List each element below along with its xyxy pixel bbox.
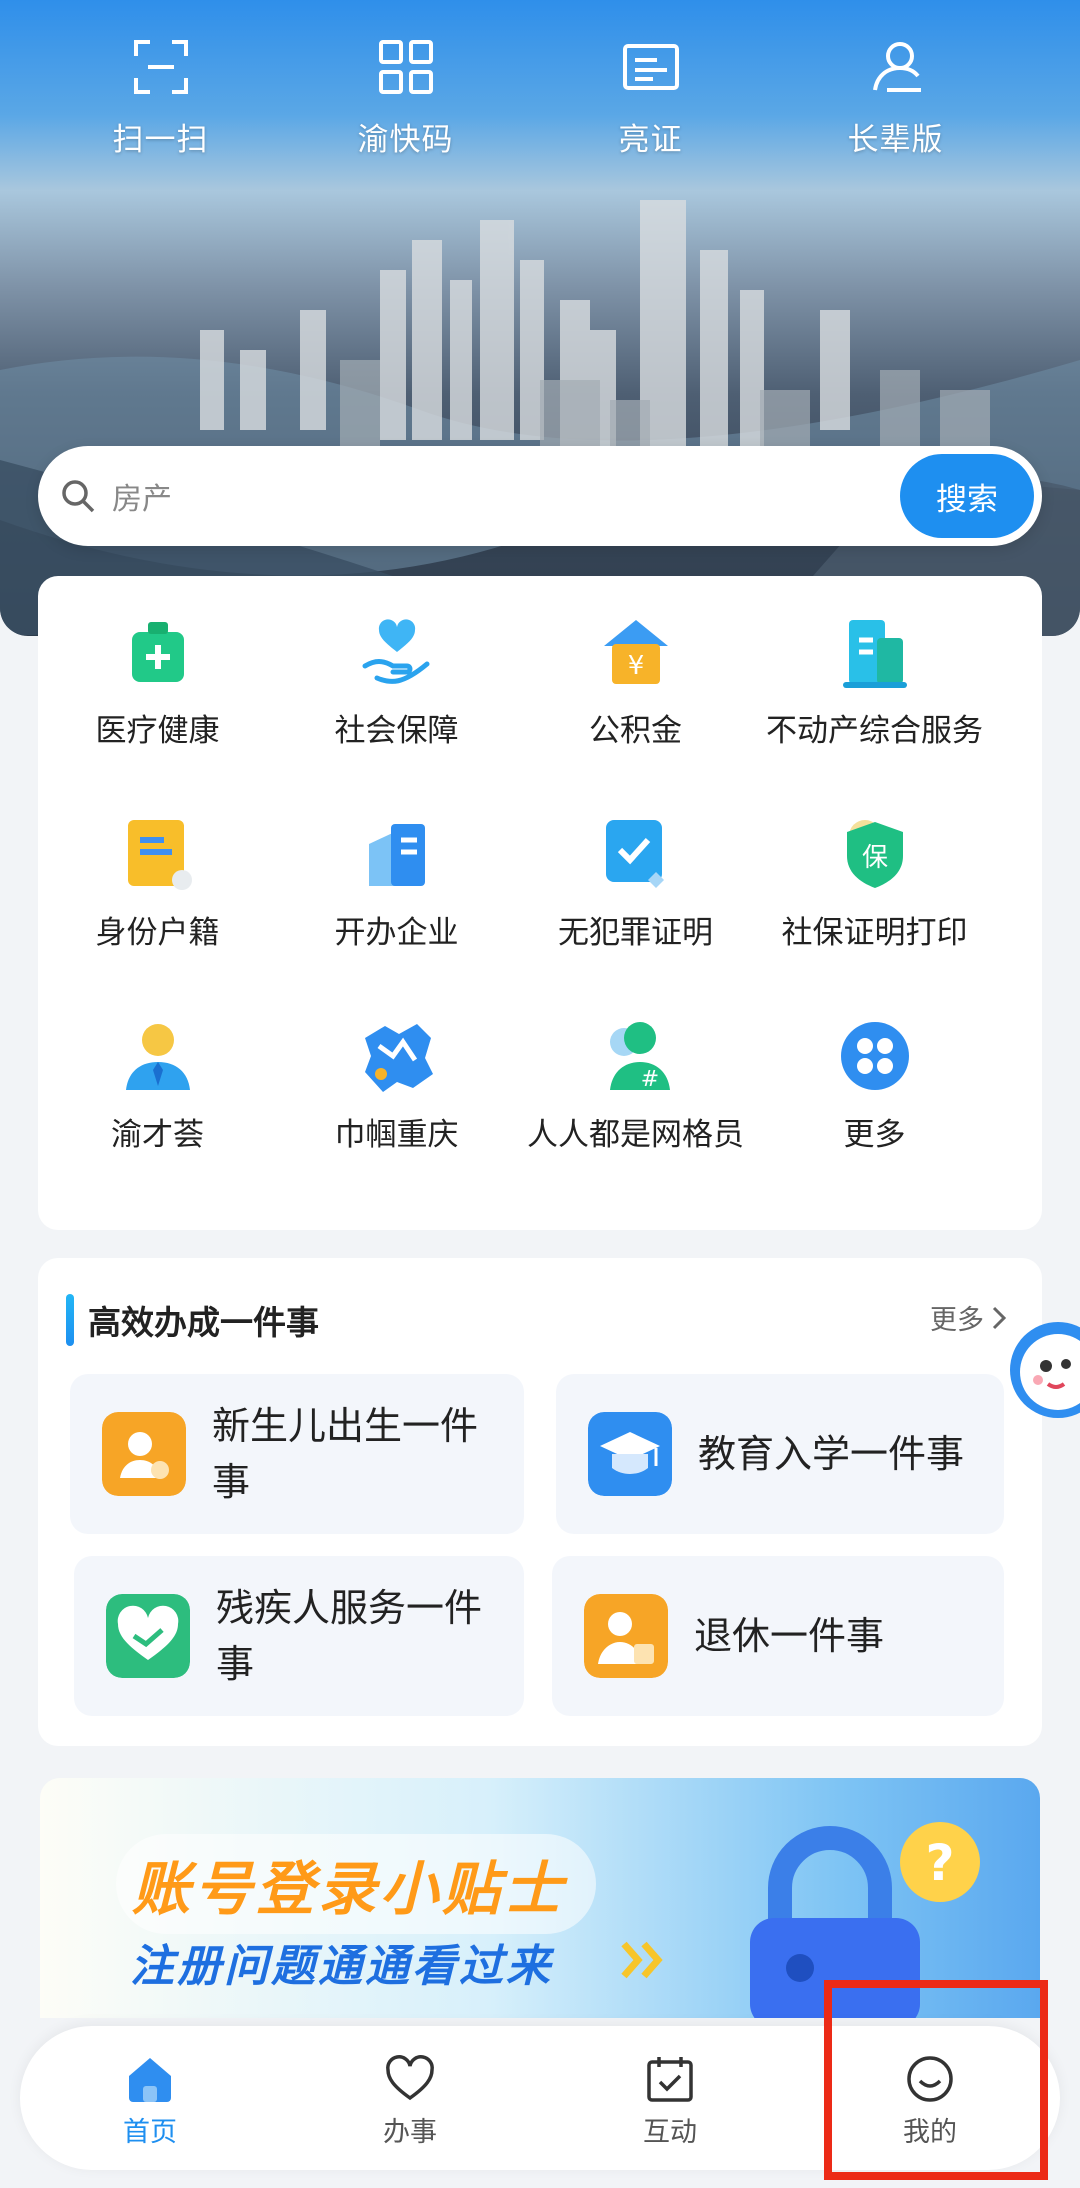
home-icon bbox=[129, 2058, 171, 2102]
service-label: 公积金 bbox=[589, 713, 682, 749]
talent-person-icon bbox=[125, 1024, 190, 1090]
banner-title: 账号登录小贴士 bbox=[132, 1855, 567, 1923]
qr-code-button[interactable]: 渝快码 bbox=[283, 36, 528, 159]
service-social-security[interactable]: 社会保障 bbox=[277, 612, 516, 814]
assistant-mascot-icon[interactable] bbox=[1008, 1306, 1080, 1442]
service-women-chongqing[interactable]: 巾帼重庆 bbox=[277, 1016, 516, 1218]
id-card-button[interactable]: 亮证 bbox=[528, 36, 773, 159]
identity-doc-icon bbox=[127, 820, 192, 890]
id-card-icon bbox=[622, 44, 679, 90]
more-apps-icon bbox=[840, 1022, 909, 1090]
nav-mine[interactable]: 我的 bbox=[800, 2026, 1060, 2170]
nav-home[interactable]: 首页 bbox=[20, 2026, 280, 2170]
search-button[interactable]: 搜索 bbox=[900, 454, 1034, 538]
nav-services[interactable]: 办事 bbox=[280, 2026, 540, 2170]
service-label: 医疗健康 bbox=[95, 713, 220, 749]
service-insurance-print[interactable]: 保 社保证明打印 bbox=[755, 814, 994, 1016]
retiree-icon bbox=[584, 1594, 668, 1678]
tile-label: 退休一件事 bbox=[694, 1614, 885, 1658]
service-label: 人人都是网格员 bbox=[527, 1117, 744, 1153]
login-tips-banner[interactable]: 账号登录小贴士 注册问题通通看过来 ? bbox=[40, 1778, 1040, 2018]
care-heart-icon bbox=[106, 1594, 190, 1678]
service-real-estate[interactable]: 不动产综合服务 bbox=[755, 612, 994, 814]
insurance-badge-icon: 保 bbox=[846, 820, 903, 888]
housing-fund-icon: ¥ bbox=[603, 620, 668, 684]
search-input[interactable]: 房产 bbox=[112, 474, 900, 518]
service-no-crime-cert[interactable]: 无犯罪证明 bbox=[516, 814, 755, 1016]
search-bar[interactable]: 房产 搜索 bbox=[38, 446, 1042, 546]
nav-interaction[interactable]: 互动 bbox=[540, 2026, 800, 2170]
more-link[interactable]: 更多 bbox=[930, 1298, 1008, 1337]
tile-retirement[interactable]: 退休一件事 bbox=[552, 1556, 1004, 1716]
svg-text:¥: ¥ bbox=[627, 651, 644, 681]
service-label: 身份户籍 bbox=[95, 915, 220, 951]
service-grid-member[interactable]: # 人人都是网格员 bbox=[516, 1016, 755, 1218]
elder-mode-label: 长辈版 bbox=[847, 122, 944, 158]
calendar-check-icon bbox=[647, 2057, 693, 2102]
grid-member-icon: # bbox=[609, 1022, 670, 1092]
company-icon bbox=[368, 824, 425, 886]
svg-text:?: ? bbox=[925, 1834, 954, 1892]
heart-hand-icon bbox=[362, 619, 429, 684]
qr-code-icon bbox=[378, 40, 433, 94]
elder-mode-icon bbox=[872, 42, 921, 92]
more-label: 更多 bbox=[930, 1305, 984, 1336]
service-label: 社会保障 bbox=[334, 713, 459, 749]
tile-label: 教育入学一件事 bbox=[698, 1432, 965, 1476]
svg-text:#: # bbox=[640, 1067, 658, 1092]
service-label: 不动产综合服务 bbox=[766, 713, 983, 749]
nav-label: 我的 bbox=[903, 2117, 957, 2148]
search-icon bbox=[62, 480, 95, 513]
service-label: 社保证明打印 bbox=[781, 915, 968, 951]
scan-icon bbox=[133, 40, 188, 94]
qr-code-label: 渝快码 bbox=[357, 122, 454, 158]
scan-label: 扫一扫 bbox=[112, 122, 209, 158]
chevron-right-icon bbox=[992, 1306, 1007, 1329]
service-label: 无犯罪证明 bbox=[558, 915, 713, 951]
bottom-nav: 首页 办事 互动 我的 bbox=[20, 2026, 1060, 2170]
heart-outline-icon bbox=[386, 2055, 434, 2101]
banner-subtitle: 注册问题通通看过来 bbox=[130, 1941, 553, 1992]
smile-face-icon bbox=[907, 2056, 953, 2102]
service-label: 渝才荟 bbox=[111, 1117, 204, 1153]
service-label: 巾帼重庆 bbox=[334, 1117, 459, 1153]
newborn-icon bbox=[102, 1412, 186, 1496]
nav-label: 互动 bbox=[643, 2117, 697, 2148]
tile-label: 新生儿出生一件事 bbox=[212, 1404, 479, 1504]
section-header: 高效办成一件事 bbox=[66, 1294, 319, 1346]
certificate-check-icon bbox=[605, 820, 664, 888]
section-accent-bar bbox=[66, 1294, 74, 1346]
svg-text:保: 保 bbox=[861, 843, 887, 873]
building-icon bbox=[842, 620, 907, 688]
service-more[interactable]: 更多 bbox=[755, 1016, 994, 1218]
scan-button[interactable]: 扫一扫 bbox=[38, 36, 283, 159]
chongqing-map-icon bbox=[364, 1024, 433, 1092]
service-medical[interactable]: 医疗健康 bbox=[38, 612, 277, 814]
city-skyline-image bbox=[0, 200, 1080, 636]
one-thing-section: 高效办成一件事 更多 新生儿出生一件事 教育入学一件事 残疾人服务一件事 退休一… bbox=[38, 1258, 1042, 1746]
tile-label: 残疾人服务一件事 bbox=[216, 1586, 483, 1686]
elder-mode-button[interactable]: 长辈版 bbox=[773, 36, 1018, 159]
service-talent[interactable]: 渝才荟 bbox=[38, 1016, 277, 1218]
section-title: 高效办成一件事 bbox=[88, 1303, 319, 1342]
services-card: 医疗健康 社会保障 ¥ 公积金 不动产综合服务 身份户籍 开办企业 无犯罪证明 … bbox=[38, 576, 1042, 1230]
double-chevron-icon bbox=[621, 1941, 663, 1979]
graduation-cap-icon bbox=[588, 1412, 672, 1496]
service-label: 开办企业 bbox=[334, 915, 459, 951]
service-identity[interactable]: 身份户籍 bbox=[38, 814, 277, 1016]
medical-kit-icon bbox=[131, 622, 184, 682]
nav-label: 办事 bbox=[383, 2117, 437, 2148]
service-label: 更多 bbox=[843, 1117, 906, 1153]
tile-education[interactable]: 教育入学一件事 bbox=[556, 1374, 1004, 1534]
service-housing-fund[interactable]: ¥ 公积金 bbox=[516, 612, 755, 814]
service-start-business[interactable]: 开办企业 bbox=[277, 814, 516, 1016]
nav-label: 首页 bbox=[123, 2117, 177, 2148]
tile-disability[interactable]: 残疾人服务一件事 bbox=[74, 1556, 524, 1716]
lock-question-icon: ? bbox=[750, 1822, 980, 2018]
id-card-label: 亮证 bbox=[618, 122, 683, 158]
tile-newborn[interactable]: 新生儿出生一件事 bbox=[70, 1374, 524, 1534]
